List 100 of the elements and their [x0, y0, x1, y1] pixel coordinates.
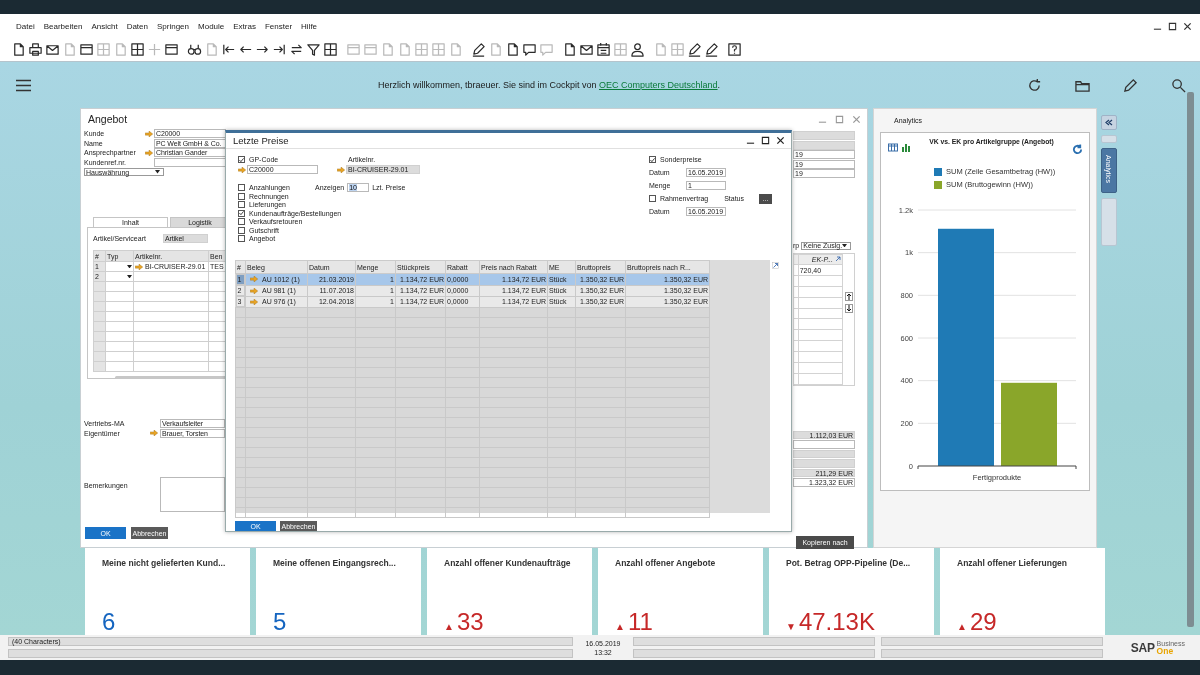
refresh-icon[interactable] — [289, 42, 304, 57]
bar-chart-icon[interactable] — [901, 143, 911, 152]
person-icon[interactable] — [630, 42, 645, 57]
search-icon[interactable] — [1171, 77, 1186, 93]
calendar-icon[interactable] — [596, 42, 611, 57]
maximize-icon[interactable] — [761, 135, 770, 145]
expand-icon[interactable] — [835, 256, 841, 263]
logo-text: One — [1156, 646, 1174, 656]
close-icon[interactable] — [1183, 21, 1192, 31]
menu-item[interactable]: Fenster — [264, 21, 293, 31]
document-icon[interactable] — [11, 42, 26, 57]
card-title: Anzahl offener Angebote — [615, 558, 717, 568]
trend-arrow: ▼ — [786, 621, 796, 633]
trend-arrow: ▲ — [615, 621, 625, 633]
printer-icon[interactable] — [28, 42, 43, 57]
filter-icon[interactable] — [306, 42, 321, 57]
close-icon[interactable] — [776, 135, 785, 145]
dropdown-caret-icon[interactable] — [155, 170, 160, 174]
kpi-value: 29 — [969, 609, 997, 635]
kpi-value: 33 — [456, 609, 484, 635]
kpi-value: 47.13K — [798, 609, 875, 635]
input-field[interactable] — [154, 157, 226, 167]
refresh-icon[interactable] — [1027, 77, 1042, 93]
pencil-icon[interactable] — [687, 42, 702, 57]
card-title: Anzahl offener Kundenaufträge — [444, 558, 572, 568]
menu-item[interactable]: Bearbeiten — [43, 21, 83, 31]
checkbox[interactable] — [238, 218, 245, 226]
card-title: Meine offenen Eingangsrech... — [273, 558, 397, 568]
dropdown-caret-icon[interactable] — [842, 243, 848, 248]
checkbox[interactable] — [649, 156, 656, 164]
window-icon[interactable] — [79, 42, 94, 57]
checkbox[interactable] — [649, 195, 656, 203]
kpi-card[interactable]: Meine offenen Eingangsrech... 5 — [256, 548, 421, 635]
scrollbar[interactable] — [115, 376, 226, 379]
link-arrow-icon[interactable] — [337, 166, 345, 173]
company-link[interactable]: OEC Computers Deutschland — [599, 80, 718, 90]
link-arrow-icon[interactable] — [145, 130, 153, 137]
kpi-value: 5 — [273, 609, 287, 635]
link-arrow-icon[interactable] — [135, 263, 143, 270]
link-arrow-icon[interactable] — [145, 149, 153, 156]
double-chevron-icon[interactable] — [1104, 119, 1113, 126]
document-icon[interactable] — [505, 42, 520, 57]
scrollbar[interactable] — [1187, 92, 1194, 627]
document-icon[interactable] — [562, 42, 577, 57]
trend-arrow: ▲ — [957, 621, 967, 633]
help-icon[interactable] — [727, 42, 742, 57]
dialog-title: Letzte Preise — [233, 134, 289, 146]
kpi-card[interactable]: Anzahl offener Angebote ▲11 — [598, 548, 763, 635]
menu-item[interactable]: Module — [198, 21, 225, 31]
collapse-button[interactable] — [1100, 115, 1117, 130]
kpi-card[interactable]: Anzahl offener Kundenaufträge ▲33 — [427, 548, 592, 635]
skip-first-icon[interactable] — [221, 42, 236, 57]
move-up-button[interactable] — [845, 291, 853, 301]
expand-icon[interactable] — [772, 262, 779, 269]
checkbox[interactable] — [238, 226, 245, 234]
envelope-icon[interactable] — [579, 42, 594, 57]
kpi-value: 11 — [627, 609, 653, 635]
pencil-icon[interactable] — [704, 42, 719, 57]
menu-item[interactable]: Springen — [157, 21, 189, 31]
pencil-icon[interactable] — [1123, 77, 1138, 93]
window-title: Angebot — [88, 113, 128, 125]
card-title: Meine nicht gelieferten Kund... — [102, 558, 227, 568]
pencil-icon[interactable] — [471, 42, 486, 57]
menu-icon[interactable] — [16, 78, 31, 92]
card-title: Pot. Betrag OPP-Pipeline (De... — [786, 558, 912, 568]
table-icon[interactable] — [888, 143, 898, 152]
kpi-card[interactable]: Meine nicht gelieferten Kund... 6 — [85, 548, 250, 635]
kpi-card[interactable]: Pot. Betrag OPP-Pipeline (De... ▼47.13K — [769, 548, 934, 635]
menu-item[interactable]: Extras — [233, 21, 256, 31]
menu-item[interactable]: Datei — [16, 21, 35, 31]
move-down-button[interactable] — [845, 303, 853, 313]
window-icon[interactable] — [164, 42, 179, 57]
grid-icon[interactable] — [323, 42, 338, 57]
menu-item[interactable]: Ansicht — [91, 21, 118, 31]
binoculars-icon[interactable] — [187, 42, 202, 57]
input-field[interactable] — [793, 140, 855, 150]
menu-item[interactable]: Hilfe — [301, 21, 318, 31]
welcome-message: Herzlich willkommen, tbraeuer. Sie sind im Cockpit von OEC Computers Deutschland. — [376, 80, 722, 90]
input-field[interactable] — [793, 440, 855, 449]
card-title: Anzahl offener Lieferungen — [957, 558, 1069, 568]
menu-item[interactable]: Daten — [126, 21, 148, 31]
checkbox[interactable] — [238, 235, 245, 243]
kpi-value: 6 — [102, 609, 116, 635]
logo-text: SAP — [1130, 641, 1155, 656]
trend-arrow: ▲ — [444, 621, 454, 633]
checkbox[interactable] — [238, 192, 245, 200]
grid-icon[interactable] — [130, 42, 145, 57]
skip-last-icon[interactable] — [272, 42, 287, 57]
checkbox[interactable] — [238, 184, 245, 191]
maximize-icon[interactable] — [1168, 21, 1177, 31]
input-field[interactable] — [793, 131, 855, 140]
envelope-icon[interactable] — [45, 42, 60, 57]
link-arrow-icon[interactable] — [150, 430, 158, 437]
input-field[interactable] — [793, 449, 855, 458]
checkbox[interactable] — [238, 209, 245, 217]
speech-bubble-icon[interactable] — [522, 42, 537, 57]
checkbox[interactable] — [238, 156, 245, 164]
checkbox[interactable] — [238, 201, 245, 209]
input-field[interactable] — [793, 459, 855, 468]
kpi-card[interactable]: Anzahl offener Lieferungen ▲29 — [940, 548, 1105, 635]
